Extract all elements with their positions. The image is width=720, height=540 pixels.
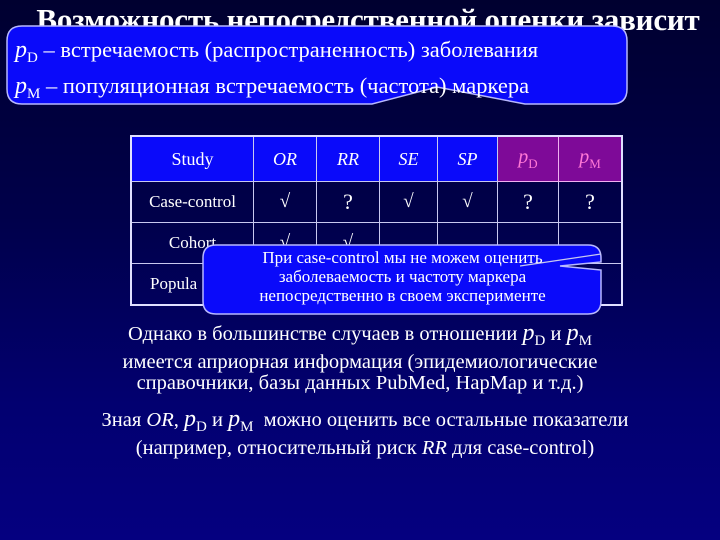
paragraph1-line3: справочники, базы данных PubMed, HapMap … [136, 372, 584, 394]
paragraph1-line2: имеется априорная информация (эпидемиоло… [122, 351, 598, 373]
text: можно оценить все остальные показатели [253, 409, 629, 431]
text: и [545, 323, 567, 345]
text: Зная [101, 409, 147, 431]
text: , [173, 409, 184, 431]
text: Однако в большинстве случаев в отношении [128, 323, 523, 345]
var-or: OR [146, 409, 174, 431]
subscript-m: M [240, 419, 254, 435]
var-rr: RR [421, 437, 447, 459]
paragraph-estimate: Зная OR, pD и pM можно оценить все остал… [40, 406, 690, 459]
var-p: p [566, 320, 579, 346]
text: для case-control) [446, 437, 595, 459]
callout-middle-line: При case-control мы не можем оценить [262, 248, 543, 267]
callout-middle: При case-control мы не можем оценить заб… [205, 248, 600, 305]
subscript-d: D [534, 333, 546, 349]
subscript-m: M [578, 333, 592, 349]
var-p: p [522, 320, 535, 346]
paragraph2-line1: Зная OR, pD и pM можно оценить все остал… [40, 406, 690, 438]
callout-middle-line: непосредственно в своем эксперименте [259, 286, 546, 305]
paragraph1-line1: Однако в большинстве случаев в отношении… [40, 320, 680, 352]
var-p: p [183, 406, 196, 432]
paragraph-prior-info: Однако в большинстве случаев в отношении… [40, 320, 680, 394]
paragraph2-line2: (например, относительный риск RR для cas… [40, 438, 690, 459]
var-p: p [228, 406, 241, 432]
subscript-d: D [195, 419, 207, 435]
text: и [206, 409, 229, 431]
callout-middle-line: заболеваемость и частоту маркера [278, 267, 527, 286]
text: (например, относительный риск [135, 437, 422, 459]
